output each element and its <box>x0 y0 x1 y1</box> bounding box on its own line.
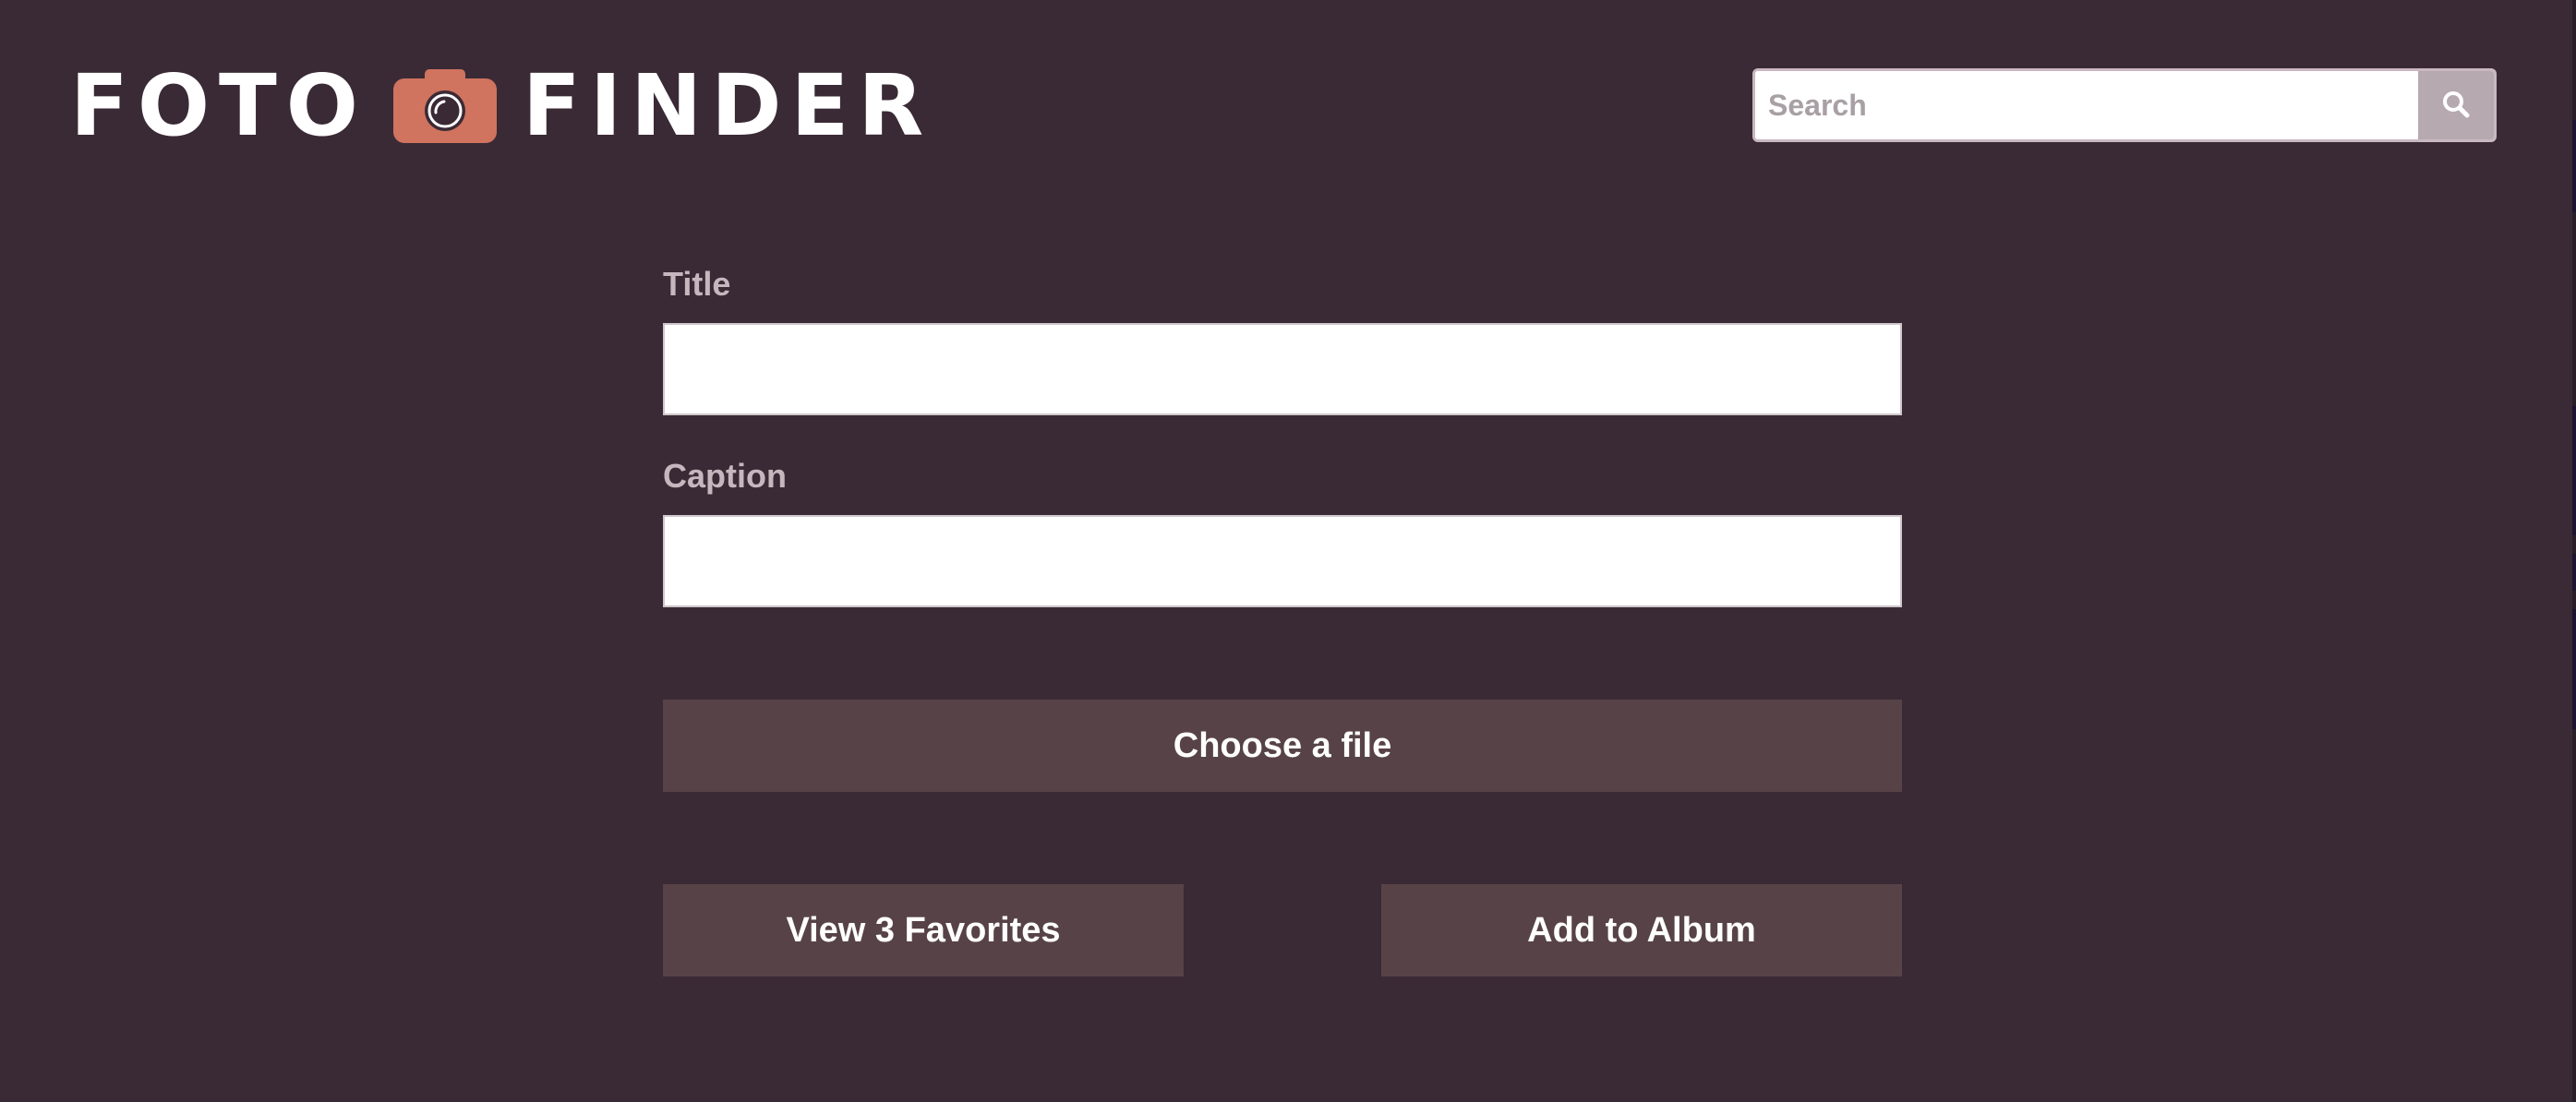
adjacent-window-edge-mark <box>2572 406 2576 535</box>
search-bar <box>1752 68 2497 142</box>
app-header: FOTO FINDER <box>0 0 2576 212</box>
view-favorites-button[interactable]: View 3 Favorites <box>663 884 1184 976</box>
logo-text-finder: FINDER <box>523 56 933 155</box>
search-button[interactable] <box>2418 71 2494 139</box>
adjacent-window-edge-mark <box>2572 609 2576 729</box>
adjacent-window-edge-mark <box>2572 554 2576 591</box>
add-to-album-button[interactable]: Add to Album <box>1381 884 1902 976</box>
choose-file-button[interactable]: Choose a file <box>663 700 1902 792</box>
search-input[interactable] <box>1755 71 2418 139</box>
foto-finder-page: FOTO FINDER Search Title Caption Choose … <box>0 0 2576 1102</box>
search-icon <box>2440 89 2472 123</box>
title-label: Title <box>663 265 731 303</box>
caption-input[interactable] <box>663 515 1902 607</box>
adjacent-window-edge-mark <box>2572 120 2576 212</box>
logo-text-foto: FOTO <box>70 56 368 155</box>
title-input[interactable] <box>663 323 1902 415</box>
caption-label: Caption <box>663 457 787 495</box>
app-logo: FOTO FINDER <box>70 55 933 157</box>
camera-icon <box>393 69 498 143</box>
